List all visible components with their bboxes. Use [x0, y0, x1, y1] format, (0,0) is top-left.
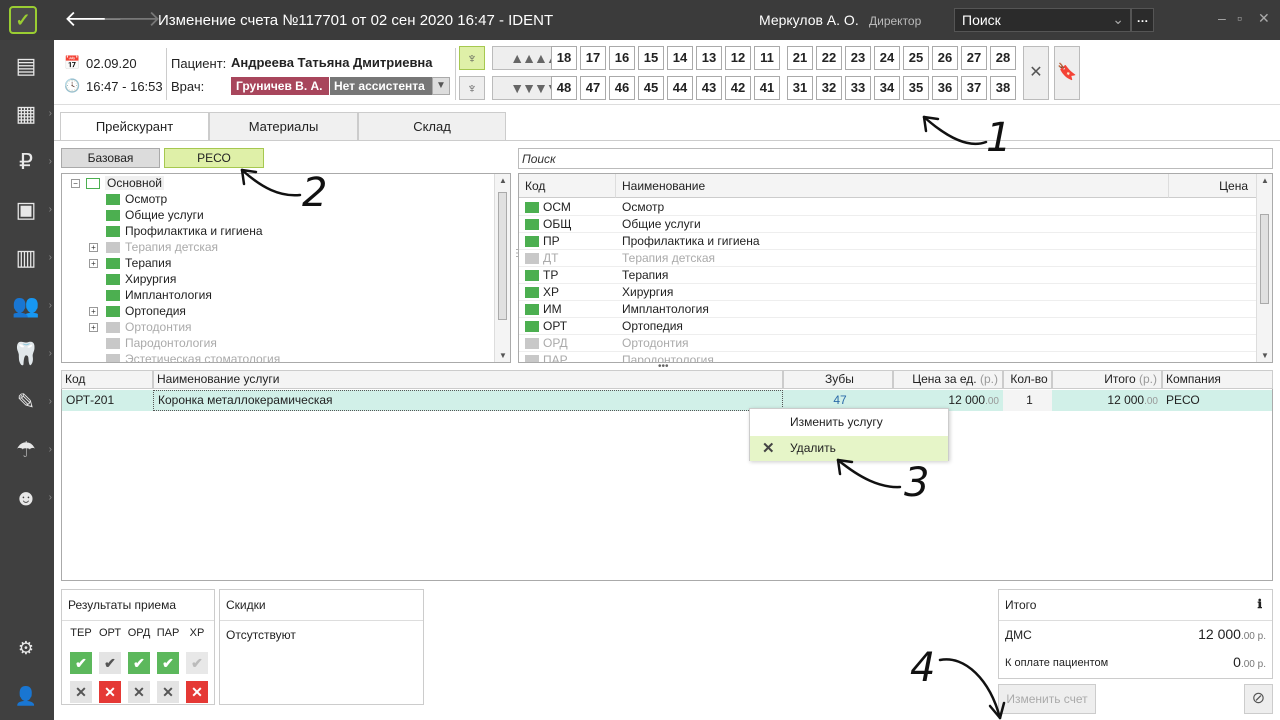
annotation-arrow-3: [836, 458, 902, 489]
annotation-number-4: 4: [910, 645, 936, 691]
annotation-arrows: [240, 115, 1006, 720]
annotation-number-2: 2: [302, 170, 328, 216]
annotation-arrow-4: [938, 658, 1002, 720]
annotation-arrow-1: [922, 115, 988, 146]
annotation-number-3: 3: [904, 460, 930, 506]
annotation-arrow-2: [240, 168, 302, 197]
annotation-number-1: 1: [986, 115, 1012, 161]
